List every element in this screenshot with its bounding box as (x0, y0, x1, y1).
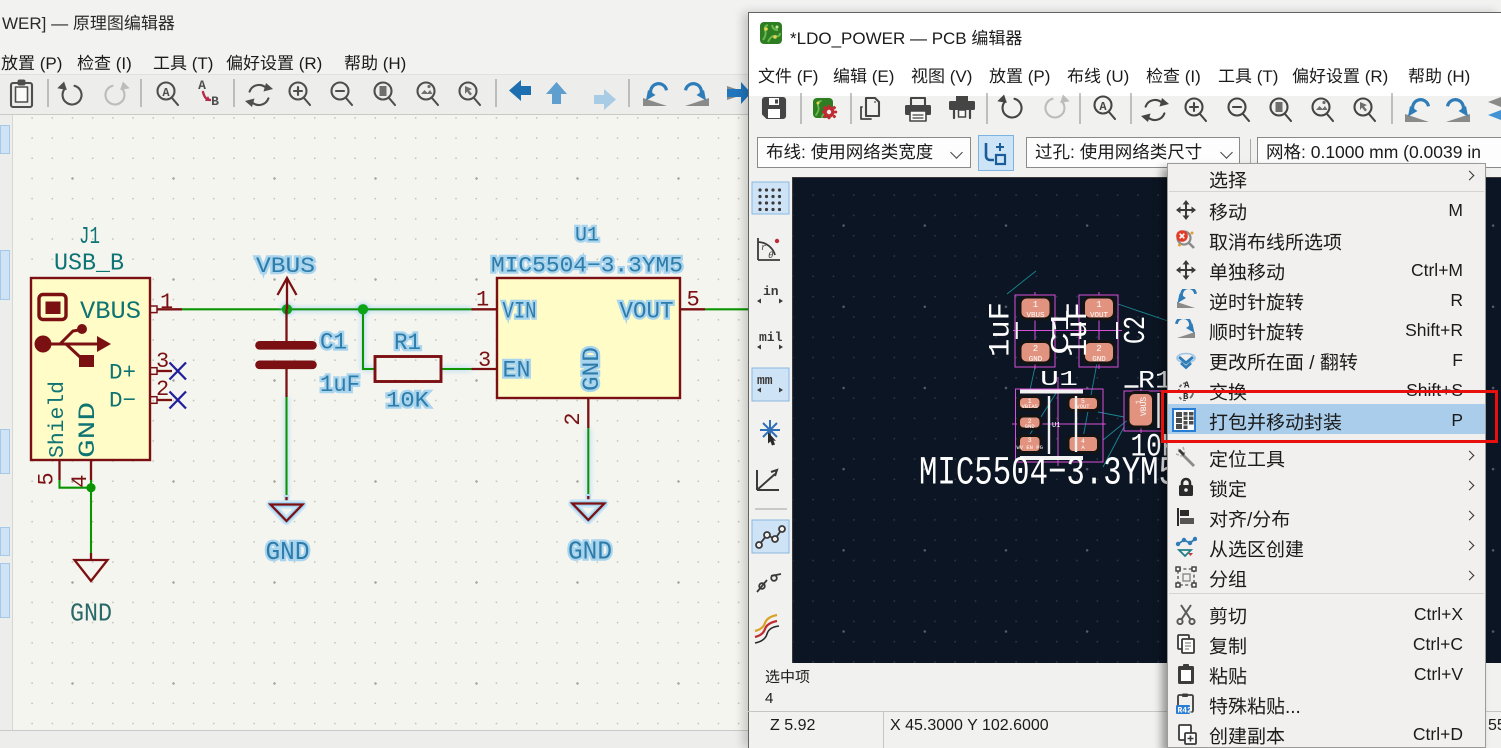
svg-text:3: 3 (478, 348, 491, 373)
svg-text:EN: EN (503, 358, 531, 384)
svg-text:C1: C1 (320, 330, 347, 356)
svg-text:VOUT: VOUT (620, 299, 674, 325)
svg-text:1uF: 1uF (320, 372, 360, 398)
svg-text:WV EN PG: WV EN PG (1016, 444, 1042, 451)
svg-text:2: 2 (1096, 344, 1101, 354)
svg-text:VBUS: VBUS (1140, 397, 1149, 416)
svg-text:3: 3 (156, 349, 169, 374)
svg-text:A: A (198, 78, 206, 93)
svg-text:D+: D+ (109, 361, 136, 386)
svg-text:A: A (162, 86, 170, 100)
svg-text:GND: GND (1025, 423, 1036, 430)
svg-text:U1: U1 (1040, 369, 1078, 392)
svg-text:2: 2 (156, 377, 169, 402)
svg-text:2: 2 (561, 412, 586, 425)
svg-text:mm: mm (757, 373, 773, 388)
svg-text:C2: C2 (1119, 316, 1154, 344)
svg-text:3: 3 (1028, 437, 1032, 444)
svg-text:1: 1 (476, 288, 489, 313)
svg-text:U1: U1 (575, 225, 599, 248)
svg-text:1: 1 (1033, 300, 1038, 310)
svg-text:B: B (211, 94, 219, 109)
svg-text:5: 5 (34, 472, 59, 485)
svg-text:GND: GND (1029, 356, 1043, 364)
svg-text:Shield: Shield (47, 381, 70, 458)
svg-text:θ: θ (768, 251, 774, 261)
svg-text:R42: R42 (1178, 707, 1193, 716)
svg-text:GND: GND (568, 537, 612, 567)
svg-text:VOUT: VOUT (1076, 403, 1090, 410)
svg-text:1uF: 1uF (985, 302, 1019, 357)
svg-text:VBUS: VBUS (256, 254, 315, 279)
svg-text:VBIAS: VBIAS (1021, 403, 1038, 410)
svg-text:10K: 10K (386, 389, 430, 414)
svg-text:VIN: VIN (503, 299, 537, 325)
svg-text:GND: GND (579, 347, 605, 391)
svg-text:1uF: 1uF (1062, 302, 1096, 357)
svg-text:r: r (761, 243, 767, 253)
svg-text:GND: GND (75, 402, 101, 458)
svg-text:MIC5504−3.3YM5: MIC5504−3.3YM5 (491, 254, 683, 279)
svg-text:5: 5 (687, 288, 700, 313)
svg-text:A: A (1184, 381, 1190, 391)
svg-text:VBUS: VBUS (1026, 312, 1045, 320)
svg-text:D−: D− (109, 389, 136, 414)
svg-text:2: 2 (1033, 344, 1038, 354)
svg-text:VBUS: VBUS (80, 297, 141, 326)
svg-text:mil: mil (759, 330, 783, 345)
svg-text:GND: GND (70, 599, 112, 629)
svg-text:1: 1 (160, 290, 173, 315)
svg-text:USB_B: USB_B (54, 251, 124, 278)
svg-text:GND: GND (266, 537, 310, 567)
svg-text:R1: R1 (394, 330, 421, 356)
svg-text:J1: J1 (79, 224, 100, 251)
svg-text:MIC5504−3.3YM5: MIC5504−3.3YM5 (919, 452, 1177, 497)
svg-text:1: 1 (1096, 300, 1101, 310)
svg-text:4: 4 (68, 474, 93, 487)
svg-text:in: in (763, 284, 779, 299)
svg-text:A: A (1099, 100, 1107, 114)
svg-text:U1: U1 (1052, 422, 1060, 430)
